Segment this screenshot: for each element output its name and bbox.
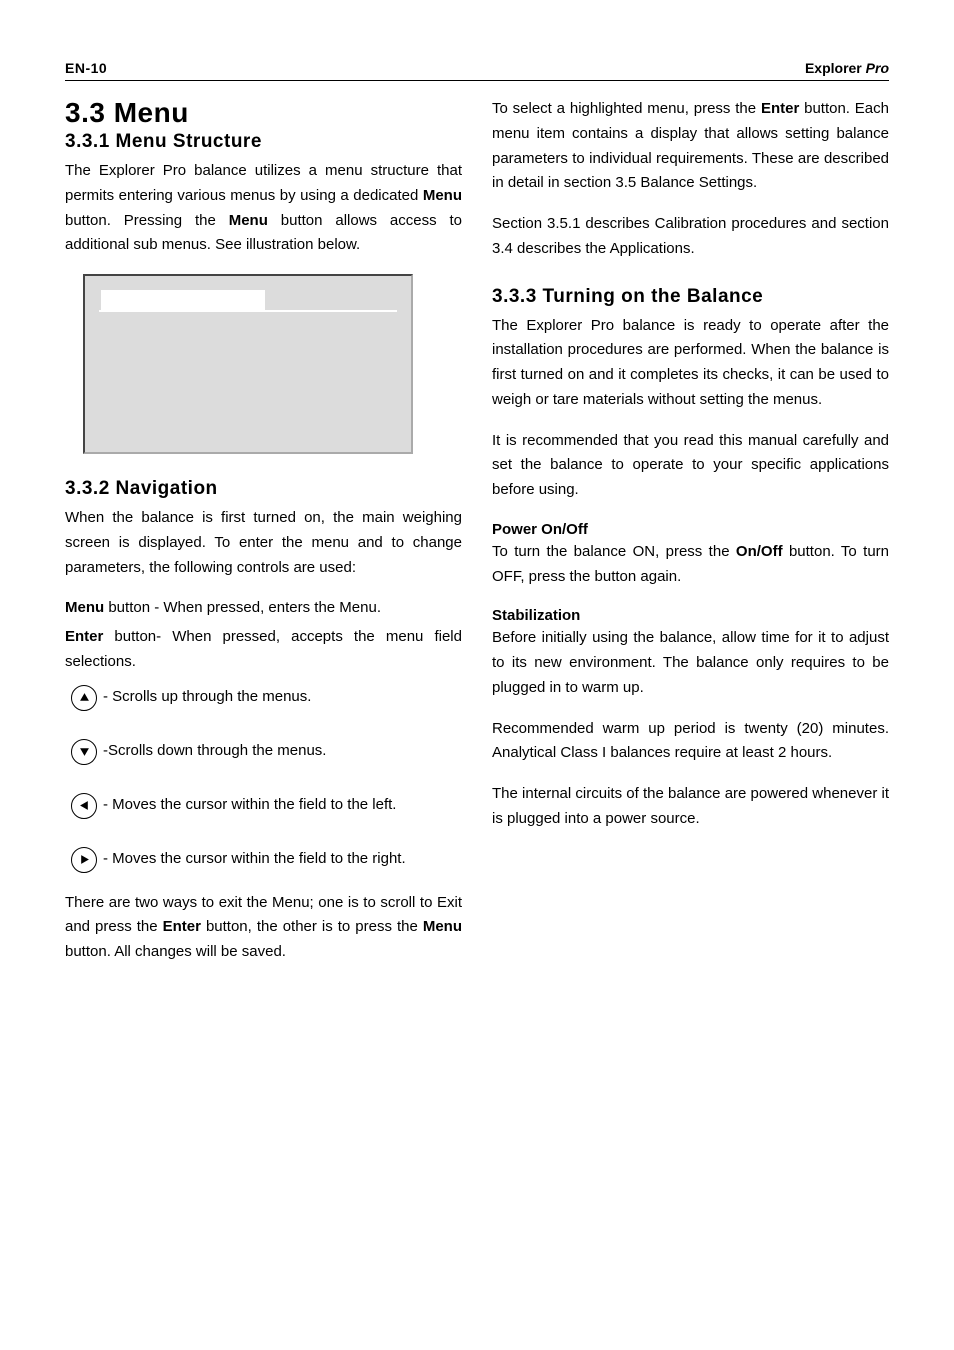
paragraph-structure: The Explorer Pro balance utilizes a menu…	[65, 159, 462, 258]
nav-row-left: - Moves the cursor within the field to t…	[65, 793, 462, 819]
subsection-heading-structure: 3.3.1 Menu Structure	[65, 131, 462, 153]
nav-left-text: - Moves the cursor within the field to t…	[103, 794, 462, 817]
nav-down-text: -Scrolls down through the menus.	[103, 740, 462, 763]
paragraph-warmup: Recommended warm up period is twenty (20…	[492, 717, 889, 767]
paragraph-navigation-intro: When the balance is first turned on, the…	[65, 506, 462, 580]
arrow-right-icon	[71, 847, 97, 873]
paragraph-enter-button: Enter button- When pressed, accepts the …	[65, 625, 462, 675]
illustration-top-border	[99, 290, 397, 312]
arrow-down-icon	[71, 739, 97, 765]
paragraph-select-menu: To select a highlighted menu, press the …	[492, 97, 889, 196]
product-model: Pro	[866, 60, 889, 76]
paragraph-ready-operate: The Explorer Pro balance is ready to ope…	[492, 314, 889, 413]
paragraph-stabilization-intro: Before initially using the balance, allo…	[492, 626, 889, 700]
paragraph-menu-button: Menu button - When pressed, enters the M…	[65, 596, 462, 621]
arrow-up-icon	[71, 685, 97, 711]
nav-up-text: - Scrolls up through the menus.	[103, 686, 462, 709]
paragraph-internal-circuits: The internal circuits of the balance are…	[492, 782, 889, 832]
section-heading-menu: 3.3 Menu	[65, 97, 462, 129]
nav-row-down: -Scrolls down through the menus.	[65, 739, 462, 765]
right-column: To select a highlighted menu, press the …	[492, 97, 889, 981]
nav-row-up: - Scrolls up through the menus.	[65, 685, 462, 711]
paragraph-power-onoff: To turn the balance ON, press the On/Off…	[492, 540, 889, 590]
subheading-stabilization: Stabilization	[492, 607, 889, 624]
menu-illustration	[83, 274, 413, 454]
page-header: EN-10 Explorer Pro	[65, 60, 889, 81]
subsection-heading-turning-on: 3.3.3 Turning on the Balance	[492, 286, 889, 308]
subsection-heading-navigation: 3.3.2 Navigation	[65, 478, 462, 500]
paragraph-recommend-read: It is recommended that you read this man…	[492, 429, 889, 503]
paragraph-exit-menu: There are two ways to exit the Menu; one…	[65, 891, 462, 965]
nav-row-right: - Moves the cursor within the field to t…	[65, 847, 462, 873]
product-name: Explorer	[805, 60, 866, 76]
nav-right-text: - Moves the cursor within the field to t…	[103, 848, 462, 871]
content-columns: 3.3 Menu 3.3.1 Menu Structure The Explor…	[65, 97, 889, 981]
left-column: 3.3 Menu 3.3.1 Menu Structure The Explor…	[65, 97, 462, 981]
header-right: Explorer Pro	[805, 60, 889, 76]
subheading-power: Power On/Off	[492, 521, 889, 538]
header-left: EN-10	[65, 60, 107, 76]
paragraph-sections-ref: Section 3.5.1 describes Calibration proc…	[492, 212, 889, 262]
arrow-left-icon	[71, 793, 97, 819]
illustration-highlight	[101, 290, 265, 310]
